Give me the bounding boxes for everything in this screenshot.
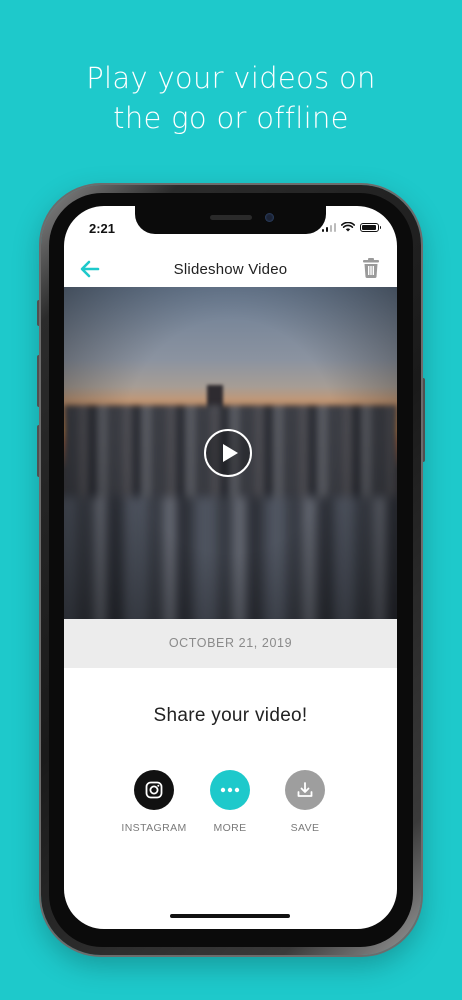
share-instagram-circle bbox=[134, 770, 174, 810]
share-options: INSTAGRAM MORE SAVE bbox=[64, 770, 397, 840]
trash-icon bbox=[363, 258, 379, 279]
status-time: 2:21 bbox=[89, 221, 116, 236]
headline-line-2: the go or offline bbox=[113, 101, 349, 135]
top-navbar: Slideshow Video bbox=[64, 251, 397, 287]
wifi-icon bbox=[341, 222, 355, 232]
promo-headline: Play your videos on the go or offline bbox=[0, 58, 462, 138]
speaker-grille bbox=[210, 215, 252, 220]
phone-screen: 2:21 Slideshow Video OCTOBER 21, 2019 Sh… bbox=[64, 206, 397, 929]
phone-power-button bbox=[421, 378, 425, 462]
home-indicator[interactable] bbox=[170, 914, 290, 918]
battery-icon bbox=[360, 222, 381, 232]
video-player[interactable] bbox=[64, 287, 397, 619]
phone-notch bbox=[135, 206, 326, 234]
play-button[interactable] bbox=[204, 429, 252, 477]
front-camera bbox=[265, 213, 274, 222]
signal-icon bbox=[321, 222, 336, 232]
share-heading: Share your video! bbox=[153, 705, 308, 726]
more-dots-icon bbox=[220, 787, 240, 793]
headline-line-1: Play your videos on bbox=[86, 61, 376, 95]
instagram-icon bbox=[145, 781, 163, 799]
video-date: OCTOBER 21, 2019 bbox=[64, 619, 397, 668]
share-save-label: SAVE bbox=[290, 822, 320, 834]
share-more-circle bbox=[210, 770, 250, 810]
page-title: Slideshow Video bbox=[173, 261, 288, 278]
download-icon bbox=[297, 782, 313, 797]
play-icon bbox=[223, 444, 238, 462]
status-icons bbox=[321, 222, 381, 232]
share-save-circle bbox=[285, 770, 325, 810]
delete-button[interactable] bbox=[361, 257, 381, 279]
share-save-button[interactable]: SAVE bbox=[260, 770, 350, 834]
